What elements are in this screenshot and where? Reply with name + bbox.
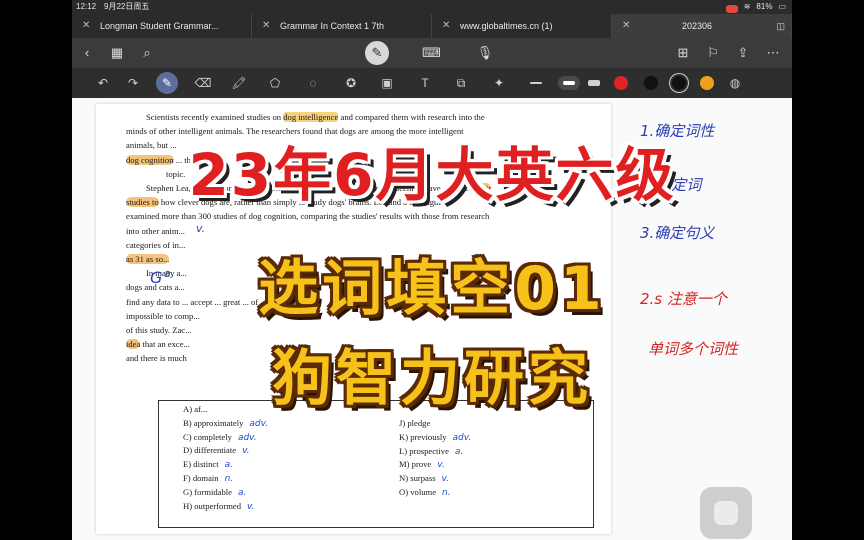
- drawing-toolbar: ↶ ↷ ✎ ⌫ 🖍 ⬠ ◌ ✪ ▣ T ⧉ ✦ ◍: [72, 68, 792, 98]
- bookmark-icon[interactable]: ⚐: [704, 44, 722, 62]
- sidebar-toggle-icon[interactable]: ◫: [776, 14, 785, 38]
- option-item: B) approximately adv.: [183, 417, 269, 429]
- word-bank-left-column: A) af... B) approximately adv. C) complet…: [183, 403, 268, 513]
- cover-line1: 选词填空01: [258, 254, 606, 324]
- option-item: O) volume n.: [399, 486, 451, 498]
- color-black-swatch[interactable]: [644, 76, 658, 90]
- word-bank: A) af... B) approximately adv. C) complet…: [158, 400, 594, 528]
- close-tab-icon[interactable]: ✕: [82, 14, 90, 38]
- laser-pointer-icon[interactable]: ✦: [490, 74, 508, 92]
- option-item: K) previously adv.: [399, 431, 472, 443]
- add-page-icon[interactable]: ⊞: [674, 44, 692, 62]
- redo-icon[interactable]: ↷: [124, 74, 142, 92]
- image-icon[interactable]: ▣: [378, 74, 396, 92]
- battery-text: 81%: [756, 2, 773, 11]
- shapes-icon[interactable]: ⬠: [266, 74, 284, 92]
- option-item: E) distinct a.: [183, 459, 233, 471]
- status-bar: 12:12 9月22日周五 ≋ 81% ▭: [72, 0, 792, 14]
- more-icon[interactable]: ⋯: [764, 44, 782, 62]
- tab-202306[interactable]: ✕ 202306 ◫: [612, 14, 792, 38]
- pen-mode-icon[interactable]: ✎: [365, 41, 389, 65]
- tab-bar: ✕ Longman Student Grammar... ✕ Grammar I…: [72, 14, 792, 38]
- assistive-touch-button[interactable]: [700, 487, 752, 539]
- option-item: F) domain n.: [183, 472, 234, 484]
- close-tab-icon[interactable]: ✕: [622, 14, 630, 38]
- option-item: C) completely adv.: [183, 431, 257, 443]
- color-picker-icon[interactable]: ◍: [726, 74, 744, 92]
- undo-icon[interactable]: ↶: [94, 74, 112, 92]
- option-item: M) prove v.: [399, 459, 445, 471]
- color-red-swatch[interactable]: [614, 76, 628, 90]
- stroke-medium-option[interactable]: [558, 76, 580, 90]
- tab-longman[interactable]: ✕ Longman Student Grammar...: [72, 14, 252, 38]
- tab-grammar-in-context[interactable]: ✕ Grammar In Context 1 7th: [252, 14, 432, 38]
- battery-icon: ▭: [778, 2, 786, 11]
- tab-globaltimes[interactable]: ✕ www.globaltimes.cn (1): [432, 14, 612, 38]
- option-item: G) formidable a.: [183, 486, 247, 498]
- eraser-icon[interactable]: ⌫: [194, 74, 212, 92]
- option-item: N) surpass v.: [399, 473, 449, 485]
- close-tab-icon[interactable]: ✕: [442, 14, 450, 38]
- pen-tool-icon[interactable]: ✎: [156, 72, 178, 94]
- tab-label: Longman Student Grammar...: [100, 21, 219, 31]
- cover-title: 23年6月大英六级: [188, 141, 676, 209]
- status-right: ≋ 81% ▭: [725, 0, 786, 14]
- text-box-icon[interactable]: T: [416, 74, 434, 92]
- microphone-icon[interactable]: 🎙: [476, 44, 494, 62]
- share-icon[interactable]: ⇪: [734, 44, 752, 62]
- document-toolbar: ‹ ▦ ⌕ ✎ ⌨ 🎙 ⊞ ⚐ ⇪ ⋯: [72, 38, 792, 68]
- close-tab-icon[interactable]: ✕: [262, 14, 270, 38]
- cover-line2: 狗智力研究: [272, 344, 592, 414]
- color-orange-swatch[interactable]: [700, 76, 714, 90]
- handwritten-v: v.: [196, 222, 206, 235]
- tab-label: Grammar In Context 1 7th: [280, 21, 385, 31]
- lasso-icon[interactable]: ◌: [304, 74, 322, 92]
- status-date: 9月22日周五: [104, 2, 150, 11]
- thumbnails-icon[interactable]: ▦: [108, 44, 126, 62]
- camera-icon[interactable]: ⧉: [452, 74, 470, 92]
- search-icon[interactable]: ⌕: [138, 44, 156, 62]
- option-item: H) outperformed v.: [183, 500, 255, 512]
- highlighter-icon[interactable]: 🖍: [230, 74, 248, 92]
- stroke-thick-option[interactable]: [588, 80, 600, 86]
- sticker-icon[interactable]: ✪: [342, 74, 360, 92]
- option-item: L) prospective a.: [399, 445, 464, 457]
- wifi-icon: ≋: [743, 2, 751, 11]
- back-icon[interactable]: ‹: [78, 44, 96, 62]
- option-item: D) differentiate v.: [183, 445, 250, 457]
- stroke-thin-option[interactable]: [530, 82, 542, 84]
- passage-line: Scientists recently examined studies on …: [146, 112, 485, 122]
- tab-label: 202306: [682, 21, 713, 31]
- tab-label: www.globaltimes.cn (1): [460, 21, 553, 31]
- recording-icon: [725, 4, 738, 13]
- status-time: 12:12: [76, 2, 97, 11]
- word-bank-right-column: J) pledge K) previously adv. L) prospecti…: [399, 417, 471, 500]
- color-selected-swatch[interactable]: [672, 76, 686, 90]
- option-item: J) pledge: [399, 418, 431, 428]
- keyboard-icon[interactable]: ⌨: [422, 44, 441, 62]
